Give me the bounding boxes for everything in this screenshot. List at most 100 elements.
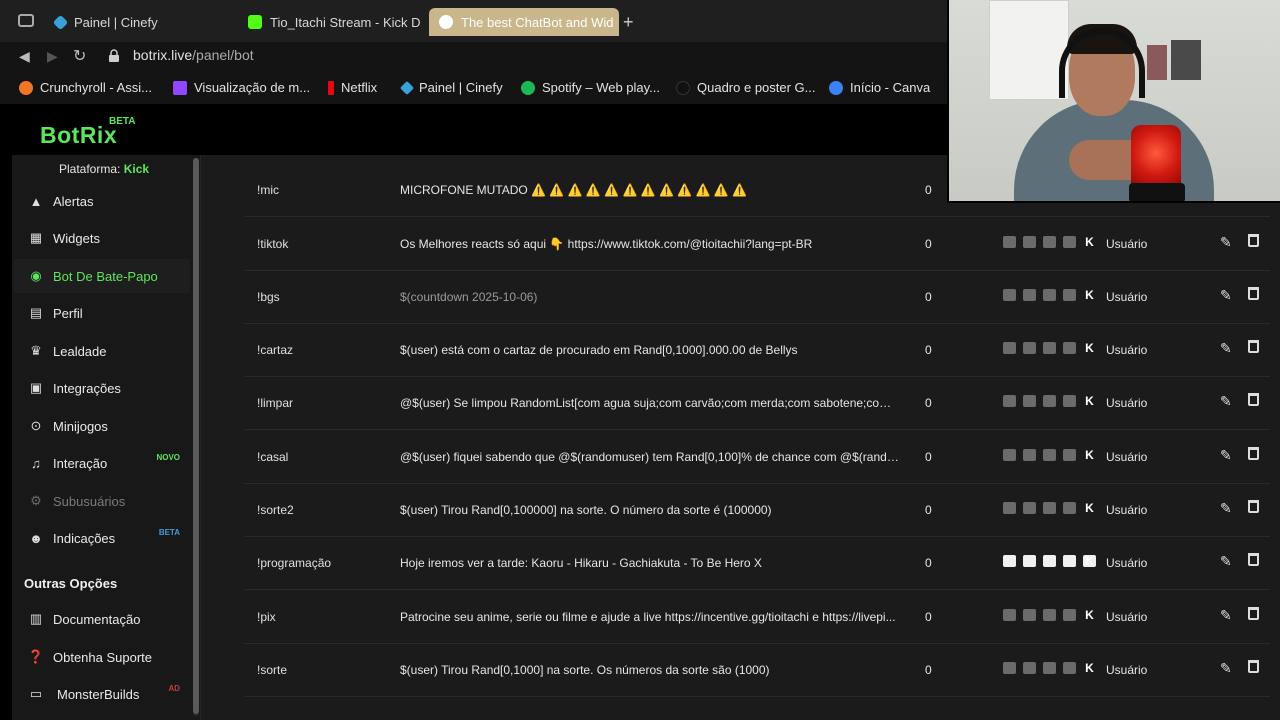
kick-icon[interactable]: K	[1083, 662, 1096, 674]
platform-icons: K	[1003, 609, 1096, 621]
browser-tab-botrix[interactable]: The best ChatBot and Wid	[429, 8, 619, 36]
table-row: !casal @$(user) fiquei sabendo que @$(ra…	[245, 431, 1270, 484]
youtube-icon[interactable]	[1043, 502, 1056, 514]
trash-icon[interactable]	[1248, 607, 1259, 620]
sidebar-item-documentacao[interactable]: ▥ Documentação	[14, 602, 190, 636]
bookmark-canva[interactable]: Início - Canva	[829, 80, 930, 95]
back-arrow-icon[interactable]: ◀	[19, 48, 30, 65]
other-options-title: Outras Opções	[24, 576, 118, 591]
sidebar-item-alertas[interactable]: ▲ Alertas	[14, 184, 190, 218]
sidebar-item-bot-de-bate-papo[interactable]: ◉ Bot De Bate-Papo	[14, 259, 190, 293]
discord-icon[interactable]	[1003, 662, 1016, 674]
kick-icon[interactable]: K	[1083, 342, 1096, 354]
bookmark-twitch[interactable]: Visualização de m...	[173, 80, 310, 95]
bookmark-crunchyroll[interactable]: Crunchyroll - Assi...	[19, 80, 152, 95]
youtube-icon[interactable]	[1043, 449, 1056, 461]
discord-icon[interactable]	[1003, 289, 1016, 301]
url-path: /panel/bot	[192, 47, 254, 63]
sidebar-item-interacao[interactable]: ♫ Interação NOVO	[14, 446, 190, 480]
sidebar-item-monsterbuilds[interactable]: ▭ MonsterBuilds AD	[14, 677, 190, 711]
edit-pencil-icon[interactable]: ✎	[1220, 607, 1232, 624]
kick-icon[interactable]: K	[1083, 289, 1096, 301]
youtube-icon[interactable]	[1043, 342, 1056, 354]
browser-tab-cinefy[interactable]: Painel | Cinefy	[45, 8, 235, 36]
youtube-icon[interactable]	[1043, 662, 1056, 674]
trovo-icon[interactable]	[1063, 449, 1076, 461]
twitch-icon[interactable]	[1023, 236, 1036, 248]
trash-icon[interactable]	[1248, 447, 1259, 460]
kick-icon[interactable]: K	[1083, 555, 1096, 567]
bookmark-spotify[interactable]: Spotify – Web play...	[521, 80, 660, 95]
twitch-icon[interactable]	[1023, 342, 1036, 354]
discord-icon[interactable]	[1003, 395, 1016, 407]
discord-icon[interactable]	[1003, 555, 1016, 567]
trash-icon[interactable]	[1248, 340, 1259, 353]
trash-icon[interactable]	[1248, 234, 1259, 247]
twitch-icon[interactable]	[1023, 395, 1036, 407]
edit-pencil-icon[interactable]: ✎	[1220, 287, 1232, 304]
discord-icon[interactable]	[1003, 342, 1016, 354]
sidebar-item-indicacoes[interactable]: ☻ Indicações BETA	[14, 521, 190, 555]
trash-icon[interactable]	[1248, 287, 1259, 300]
trovo-icon[interactable]	[1063, 289, 1076, 301]
trovo-icon[interactable]	[1063, 609, 1076, 621]
url-host: botrix.live	[133, 47, 193, 63]
kick-icon[interactable]: K	[1083, 502, 1096, 514]
twitch-icon[interactable]	[1023, 609, 1036, 621]
sidebar-item-subusuarios[interactable]: ⚙ Subusuários	[14, 484, 190, 518]
bookmark-netflix[interactable]: Netflix	[328, 80, 377, 95]
youtube-icon[interactable]	[1043, 236, 1056, 248]
kick-icon[interactable]: K	[1083, 609, 1096, 621]
trovo-icon[interactable]	[1063, 342, 1076, 354]
forward-arrow-icon[interactable]: ▶	[47, 48, 58, 65]
sidebar-item-minijogos[interactable]: ⊙ Minijogos	[14, 409, 190, 443]
youtube-icon[interactable]	[1043, 609, 1056, 621]
kick-icon[interactable]: K	[1083, 236, 1096, 248]
reload-icon[interactable]: ↻	[73, 46, 86, 66]
browser-tab-kick[interactable]: Tio_Itachi Stream - Kick D	[238, 8, 428, 36]
tab-overview-icon[interactable]	[18, 14, 34, 27]
url-field[interactable]: botrix.live/panel/bot	[133, 47, 254, 63]
youtube-icon[interactable]	[1043, 395, 1056, 407]
kick-icon[interactable]: K	[1083, 449, 1096, 461]
twitch-icon[interactable]	[1023, 449, 1036, 461]
edit-pencil-icon[interactable]: ✎	[1220, 340, 1232, 357]
kick-icon[interactable]: K	[1083, 395, 1096, 407]
discord-icon[interactable]	[1003, 609, 1016, 621]
edit-pencil-icon[interactable]: ✎	[1220, 234, 1232, 251]
trash-icon[interactable]	[1248, 660, 1259, 673]
discord-icon[interactable]	[1003, 236, 1016, 248]
sidebar-item-widgets[interactable]: ▦ Widgets	[14, 221, 190, 255]
twitch-icon[interactable]	[1023, 555, 1036, 567]
sidebar-item-perfil[interactable]: ▤ Perfil	[14, 296, 190, 330]
sidebar-item-obtenha-suporte[interactable]: ❓ Obtenha Suporte	[14, 640, 190, 674]
edit-pencil-icon[interactable]: ✎	[1220, 500, 1232, 517]
trash-icon[interactable]	[1248, 500, 1259, 513]
new-tab-button[interactable]: +	[623, 12, 634, 33]
sidebar-item-integracoes[interactable]: ▣ Integrações	[14, 371, 190, 405]
discord-icon[interactable]	[1003, 449, 1016, 461]
trovo-icon[interactable]	[1063, 395, 1076, 407]
edit-pencil-icon[interactable]: ✎	[1220, 447, 1232, 464]
trash-icon[interactable]	[1248, 553, 1259, 566]
platform-icons: K	[1003, 289, 1096, 301]
sidebar-scrollbar-thumb[interactable]	[193, 158, 199, 714]
twitch-icon[interactable]	[1023, 289, 1036, 301]
edit-pencil-icon[interactable]: ✎	[1220, 660, 1232, 677]
trovo-icon[interactable]	[1063, 662, 1076, 674]
twitch-icon[interactable]	[1023, 662, 1036, 674]
twitch-icon[interactable]	[1023, 502, 1036, 514]
trovo-icon[interactable]	[1063, 236, 1076, 248]
botrix-logo[interactable]: BotRix	[40, 122, 117, 149]
trovo-icon[interactable]	[1063, 555, 1076, 567]
bookmark-cinefy[interactable]: Painel | Cinefy	[399, 80, 503, 95]
sidebar-item-lealdade[interactable]: ♛ Lealdade	[14, 334, 190, 368]
trash-icon[interactable]	[1248, 393, 1259, 406]
discord-icon[interactable]	[1003, 502, 1016, 514]
youtube-icon[interactable]	[1043, 555, 1056, 567]
edit-pencil-icon[interactable]: ✎	[1220, 553, 1232, 570]
youtube-icon[interactable]	[1043, 289, 1056, 301]
bookmark-quadro[interactable]: Quadro e poster G...	[676, 80, 816, 95]
edit-pencil-icon[interactable]: ✎	[1220, 393, 1232, 410]
trovo-icon[interactable]	[1063, 502, 1076, 514]
